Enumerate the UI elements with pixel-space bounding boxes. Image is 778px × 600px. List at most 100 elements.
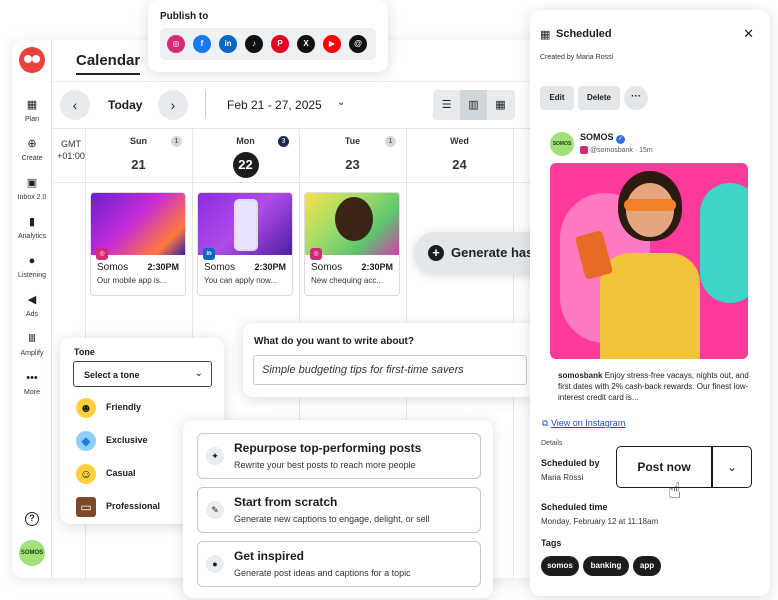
instagram-icon[interactable]: ◎ <box>167 35 185 53</box>
help-icon[interactable]: ? <box>25 512 39 526</box>
instagram-icon: ◎ <box>310 248 322 260</box>
tag-chip[interactable]: app <box>633 556 661 576</box>
account-name: SOMOS ✓ <box>580 132 625 144</box>
publish-title: Publish to <box>160 11 208 22</box>
post-caption: somosbank Enjoy stress-free vacays, nigh… <box>558 370 758 403</box>
sidebar-item-listening[interactable]: ●Listening <box>12 254 52 279</box>
tone-option-friendly[interactable]: ☻Friendly <box>76 397 141 417</box>
pinterest-icon[interactable]: P <box>271 35 289 53</box>
x-icon[interactable]: X <box>297 35 315 53</box>
yellow-jacket <box>600 253 700 359</box>
tone-option-casual[interactable]: ☺Casual <box>76 463 136 483</box>
sidebar-item-more[interactable]: •••More <box>12 371 52 396</box>
month-view-icon[interactable]: ▦ <box>487 90 514 120</box>
phone-image <box>234 199 258 251</box>
calendar-icon: ▦ <box>12 98 52 112</box>
linkedin-icon[interactable]: in <box>219 35 237 53</box>
day-header-sun[interactable]: Sun 21 1 <box>85 136 192 178</box>
analytics-icon: ▮ <box>12 215 52 229</box>
delete-button[interactable]: Delete <box>578 86 620 110</box>
day-header-tue[interactable]: Tue 23 1 <box>299 136 406 178</box>
day-header-mon[interactable]: Mon 22 3 <box>192 136 299 178</box>
sidebar-item-inbox[interactable]: ▣Inbox 2.0 <box>12 176 52 201</box>
threads-icon[interactable]: @ <box>349 35 367 53</box>
caption-options-panel: ✦ Repurpose top-performing posts Rewrite… <box>183 420 493 598</box>
scheduled-by-label: Scheduled by <box>541 458 600 468</box>
list-view-icon[interactable]: ☰ <box>433 90 460 120</box>
external-link-icon: ⧉ <box>542 418 551 428</box>
repurpose-option[interactable]: ✦ Repurpose top-performing posts Rewrite… <box>197 433 481 479</box>
tone-option-exclusive[interactable]: ◆Exclusive <box>76 430 148 450</box>
sidebar-item-analytics[interactable]: ▮Analytics <box>12 215 52 240</box>
post-count-badge: 1 <box>171 136 182 147</box>
view-on-instagram-link[interactable]: ⧉ View on Instagram <box>542 418 625 429</box>
grid-line <box>52 128 542 129</box>
network-bar: ◎ f in ♪ P X ▶ @ <box>160 28 376 60</box>
prev-week-button[interactable]: ‹ <box>60 90 90 120</box>
write-about-panel: What do you want to write about? Simple … <box>243 323 539 397</box>
next-week-button[interactable]: › <box>158 90 188 120</box>
youtube-icon[interactable]: ▶ <box>323 35 341 53</box>
chevron-right-icon: › <box>171 97 176 113</box>
sidebar-item-amplify[interactable]: ⅢAmplify <box>12 332 52 357</box>
tiktok-icon[interactable]: ♪ <box>245 35 263 53</box>
tag-chip[interactable]: banking <box>583 556 629 576</box>
verified-icon: ✓ <box>616 135 625 144</box>
scheduled-post-panel: ▦ Scheduled ✕ Created by Maria Rossi Edi… <box>530 10 770 596</box>
slight-smile-emoji-icon: ☺ <box>76 464 96 484</box>
sidebar-item-create[interactable]: ⊕Create <box>12 137 52 162</box>
tone-option-professional[interactable]: ▭Professional <box>76 496 160 516</box>
post-thumbnail: in <box>198 193 292 255</box>
tags-label: Tags <box>541 538 561 548</box>
scheduled-post-card[interactable]: ◎ Somos2:30PM New chequing acc... <box>304 192 400 296</box>
date-range[interactable]: Feb 21 - 27, 2025 <box>227 98 322 112</box>
scheduled-post-card[interactable]: in Somos2:30PM You can apply now... <box>197 192 293 296</box>
magic-wand-icon: ✦ <box>206 447 224 465</box>
account-handle: @somosbank · 15m <box>580 146 653 154</box>
owl-logo[interactable] <box>19 47 45 73</box>
panel-title: Scheduled <box>556 28 612 40</box>
day-header-wed[interactable]: Wed 24 <box>406 136 513 178</box>
write-title: What do you want to write about? <box>254 336 414 347</box>
lightbulb-icon: ● <box>206 555 224 573</box>
calendar-icon: ▦ <box>540 28 550 41</box>
post-count-badge: 3 <box>278 136 289 147</box>
post-preview-image <box>550 163 748 359</box>
tone-select[interactable]: Select a tone ⌄ <box>73 361 212 387</box>
close-icon[interactable]: ✕ <box>743 26 754 42</box>
facebook-icon[interactable]: f <box>193 35 211 53</box>
chevron-down-icon[interactable]: ⌄ <box>712 447 752 487</box>
edit-button[interactable]: Edit <box>540 86 574 110</box>
amplify-icon: Ⅲ <box>12 332 52 346</box>
smile-emoji-icon: ☻ <box>76 398 96 418</box>
topic-input[interactable]: Simple budgeting tips for first-time sav… <box>253 355 527 385</box>
tag-chip[interactable]: somos <box>541 556 579 576</box>
create-icon: ⊕ <box>12 137 52 151</box>
post-now-button[interactable]: Post now ⌄ <box>616 446 752 488</box>
week-view-icon[interactable]: ▥ <box>460 90 487 120</box>
chevron-down-icon: ⌄ <box>195 368 203 379</box>
sidebar-item-plan[interactable]: ▦Plan <box>12 98 52 123</box>
avatar[interactable]: SOMOS <box>19 540 45 566</box>
publish-to-panel: Publish to ◎ f in ♪ P X ▶ @ <box>148 0 388 72</box>
more-options-icon[interactable]: ··· <box>624 86 648 110</box>
briefcase-icon: ▭ <box>76 497 96 517</box>
portrait-image <box>335 197 373 241</box>
more-icon: ••• <box>12 371 52 385</box>
divider <box>52 81 542 82</box>
instagram-icon <box>580 146 588 154</box>
gem-icon: ◆ <box>76 431 96 451</box>
page-title: Calendar <box>76 52 140 75</box>
start-from-scratch-option[interactable]: ✎ Start from scratch Generate new captio… <box>197 487 481 533</box>
plus-icon: + <box>428 245 444 261</box>
scheduled-post-card[interactable]: ◎ Somos2:30PM Our mobile app is... <box>90 192 186 296</box>
today-button[interactable]: Today <box>108 98 142 112</box>
view-switcher: ☰ ▥ ▦ <box>433 90 515 120</box>
chevron-down-icon[interactable]: ⌄ <box>337 97 345 108</box>
inbox-icon: ▣ <box>12 176 52 190</box>
account-avatar: SOMOS <box>550 132 574 156</box>
sidebar-item-ads[interactable]: ◀Ads <box>12 293 52 318</box>
sunglasses <box>624 199 676 211</box>
get-inspired-option[interactable]: ● Get inspired Generate post ideas and c… <box>197 541 481 587</box>
instagram-icon: ◎ <box>96 248 108 260</box>
